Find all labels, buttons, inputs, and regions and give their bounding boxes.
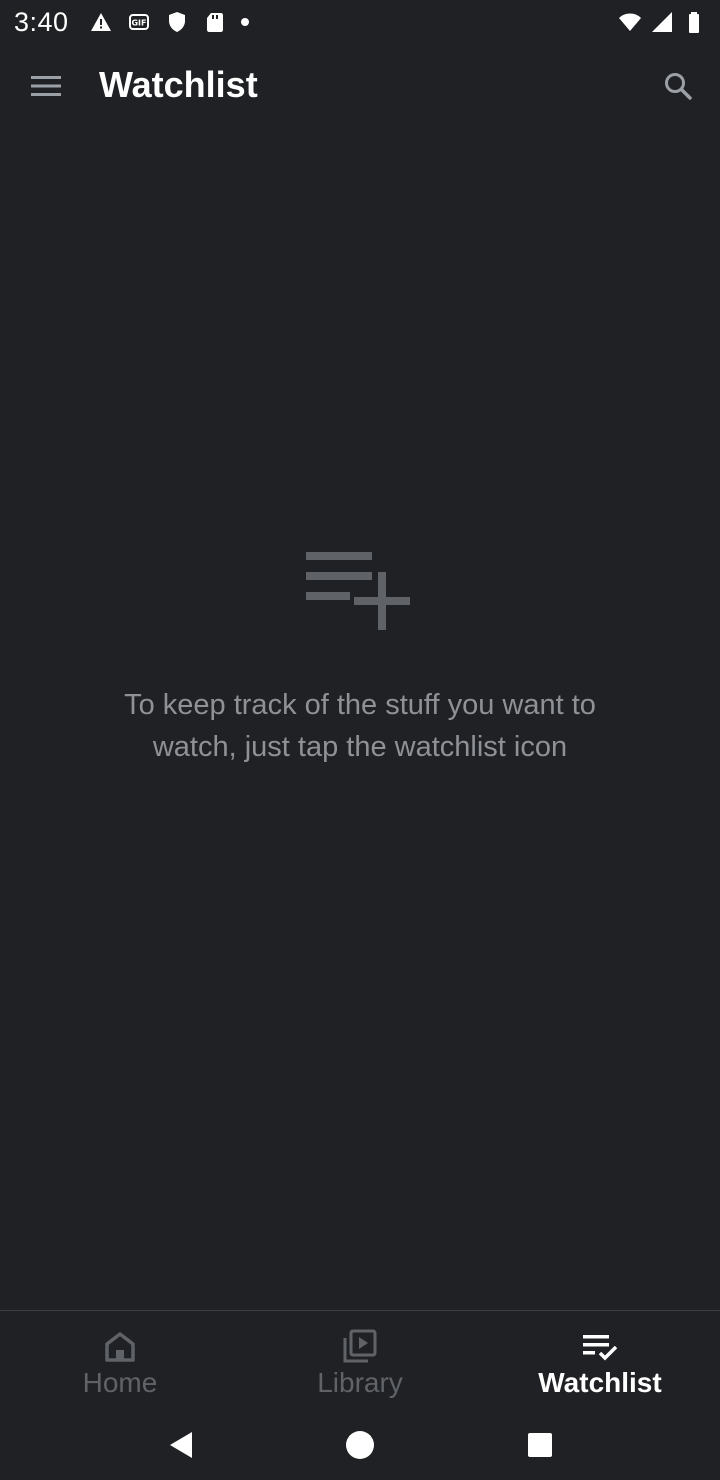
battery-icon [682, 10, 706, 34]
svg-text:GIF: GIF [131, 19, 146, 28]
status-icons-right [618, 10, 706, 34]
status-bar: 3:40 GIF [0, 0, 720, 44]
nav-label-home: Home [82, 1367, 158, 1398]
playlist-add-icon [306, 552, 410, 630]
status-icons-left: GIF [89, 10, 249, 34]
status-time: 3:40 [14, 6, 69, 37]
home-circle-icon [346, 1431, 374, 1459]
sd-card-icon [203, 10, 227, 34]
back-icon [170, 1432, 192, 1458]
home-icon [100, 1327, 140, 1367]
shield-icon [165, 10, 189, 34]
wifi-icon [618, 10, 642, 34]
empty-state-message: To keep track of the stuff you want to w… [124, 689, 596, 763]
search-button[interactable] [654, 62, 702, 110]
bottom-navigation: Home Library Watchlist [0, 1310, 720, 1410]
app-bar: Watchlist [0, 44, 720, 128]
back-button[interactable] [150, 1415, 210, 1475]
gif-icon: GIF [127, 10, 151, 34]
nav-item-library[interactable]: Library [240, 1311, 480, 1410]
menu-icon [31, 76, 61, 96]
signal-icon [650, 10, 674, 34]
menu-button[interactable] [22, 62, 70, 110]
empty-state: To keep track of the stuff you want to w… [0, 540, 720, 768]
screen: 3:40 GIF Watchlist To keep track of the … [0, 0, 720, 1480]
nav-item-home[interactable]: Home [0, 1311, 240, 1410]
nav-item-watchlist[interactable]: Watchlist [480, 1311, 720, 1410]
search-icon [665, 73, 692, 100]
alert-icon [89, 10, 113, 34]
system-home-button[interactable] [330, 1415, 390, 1475]
recents-icon [528, 1433, 552, 1457]
watchlist-icon [580, 1327, 620, 1367]
notification-dot-icon [240, 18, 249, 26]
system-navigation-bar [0, 1410, 720, 1480]
nav-label-watchlist: Watchlist [538, 1367, 662, 1398]
page-title: Watchlist [99, 64, 258, 105]
library-icon [340, 1327, 380, 1367]
recents-button[interactable] [510, 1415, 570, 1475]
nav-label-library: Library [317, 1367, 403, 1398]
